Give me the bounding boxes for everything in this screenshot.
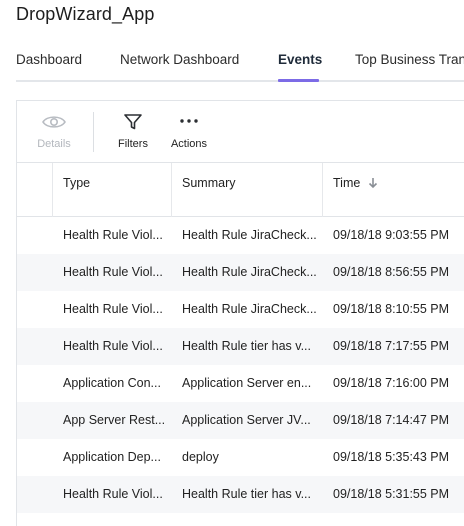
events-panel: Details Filters Actions Type Summary Tim… <box>16 100 464 526</box>
event-summary: Health Rule tier has v... <box>182 339 311 353</box>
eye-icon <box>42 116 66 128</box>
event-time: 09/18/18 7:14:47 PM <box>333 413 450 427</box>
app-title: DropWizard_App <box>16 4 155 24</box>
event-time: 09/18/18 7:16:00 PM <box>333 376 450 390</box>
event-summary: Health Rule JiraCheck... <box>182 228 317 242</box>
event-type: Health Rule Viol... <box>63 487 163 501</box>
tab-bar: Dashboard Network Dashboard Events Top B… <box>0 52 464 82</box>
table-row[interactable]: Health Rule Viol... Health Rule tier has… <box>17 328 464 365</box>
type-header-label: Type <box>63 176 91 190</box>
table-row[interactable]: Health Rule Viol... Health Rule JiraChec… <box>17 291 464 328</box>
table-row[interactable]: Health Rule Viol... Health Rule tier has… <box>17 476 464 513</box>
table-row[interactable]: Application Con... Application Server en… <box>17 365 464 402</box>
filters-button[interactable]: Filters <box>105 113 161 157</box>
tab-dashboard[interactable]: Dashboard <box>16 52 82 67</box>
severity-column-header <box>17 163 53 217</box>
tab-top-business-transactions[interactable]: Top Business Tran <box>355 52 464 67</box>
event-time: 09/18/18 7:17:55 PM <box>333 339 450 353</box>
event-type: Health Rule Viol... <box>63 339 163 353</box>
event-type: Application Con... <box>63 376 161 390</box>
table-header: Type Summary Time <box>17 163 464 217</box>
filters-label: Filters <box>118 138 148 150</box>
time-column-header[interactable]: Time <box>323 163 464 217</box>
events-toolbar: Details Filters Actions <box>17 101 464 163</box>
event-summary: Health Rule tier has v... <box>182 487 311 501</box>
event-type: Application Dep... <box>63 450 161 464</box>
tab-events[interactable]: Events <box>278 52 322 67</box>
funnel-icon <box>124 114 142 130</box>
tab-divider <box>16 80 464 82</box>
arrow-down-icon <box>368 177 377 188</box>
table-row[interactable]: App Server Rest... Application Server JV… <box>17 402 464 439</box>
time-header-label: Time <box>333 176 361 190</box>
actions-button[interactable]: Actions <box>161 113 217 157</box>
toolbar-separator <box>93 112 94 152</box>
ellipsis-icon <box>180 119 198 123</box>
event-time: 09/18/18 5:35:43 PM <box>333 450 450 464</box>
table-row[interactable]: Health Rule Viol... Health Rule JiraChec… <box>17 217 464 254</box>
event-type: Health Rule Viol... <box>63 228 163 242</box>
summary-header-label: Summary <box>182 176 236 190</box>
event-time: 09/18/18 8:56:55 PM <box>333 265 450 279</box>
tab-network-dashboard[interactable]: Network Dashboard <box>120 52 239 67</box>
event-type: Health Rule Viol... <box>63 265 163 279</box>
event-type: Health Rule Viol... <box>63 302 163 316</box>
event-time: 09/18/18 5:31:55 PM <box>333 487 450 501</box>
event-summary: Application Server en... <box>182 376 312 390</box>
summary-column-header[interactable]: Summary <box>172 163 323 217</box>
event-summary: Health Rule JiraCheck... <box>182 302 317 316</box>
event-summary: deploy <box>182 450 219 464</box>
event-type: App Server Rest... <box>63 413 166 427</box>
actions-label: Actions <box>170 138 208 150</box>
event-time: 09/18/18 8:10:55 PM <box>333 302 450 316</box>
details-button[interactable]: Details <box>26 113 82 157</box>
details-label: Details <box>37 138 71 150</box>
type-column-header[interactable]: Type <box>53 163 172 217</box>
event-summary: Application Server JV... <box>182 413 311 427</box>
event-time: 09/18/18 9:03:55 PM <box>333 228 450 242</box>
table-row[interactable]: Health Rule Viol... Health Rule JiraChec… <box>17 254 464 291</box>
active-tab-indicator <box>278 79 319 82</box>
event-summary: Health Rule JiraCheck... <box>182 265 317 279</box>
table-row[interactable]: Application Dep... deploy 09/18/18 5:35:… <box>17 439 464 476</box>
